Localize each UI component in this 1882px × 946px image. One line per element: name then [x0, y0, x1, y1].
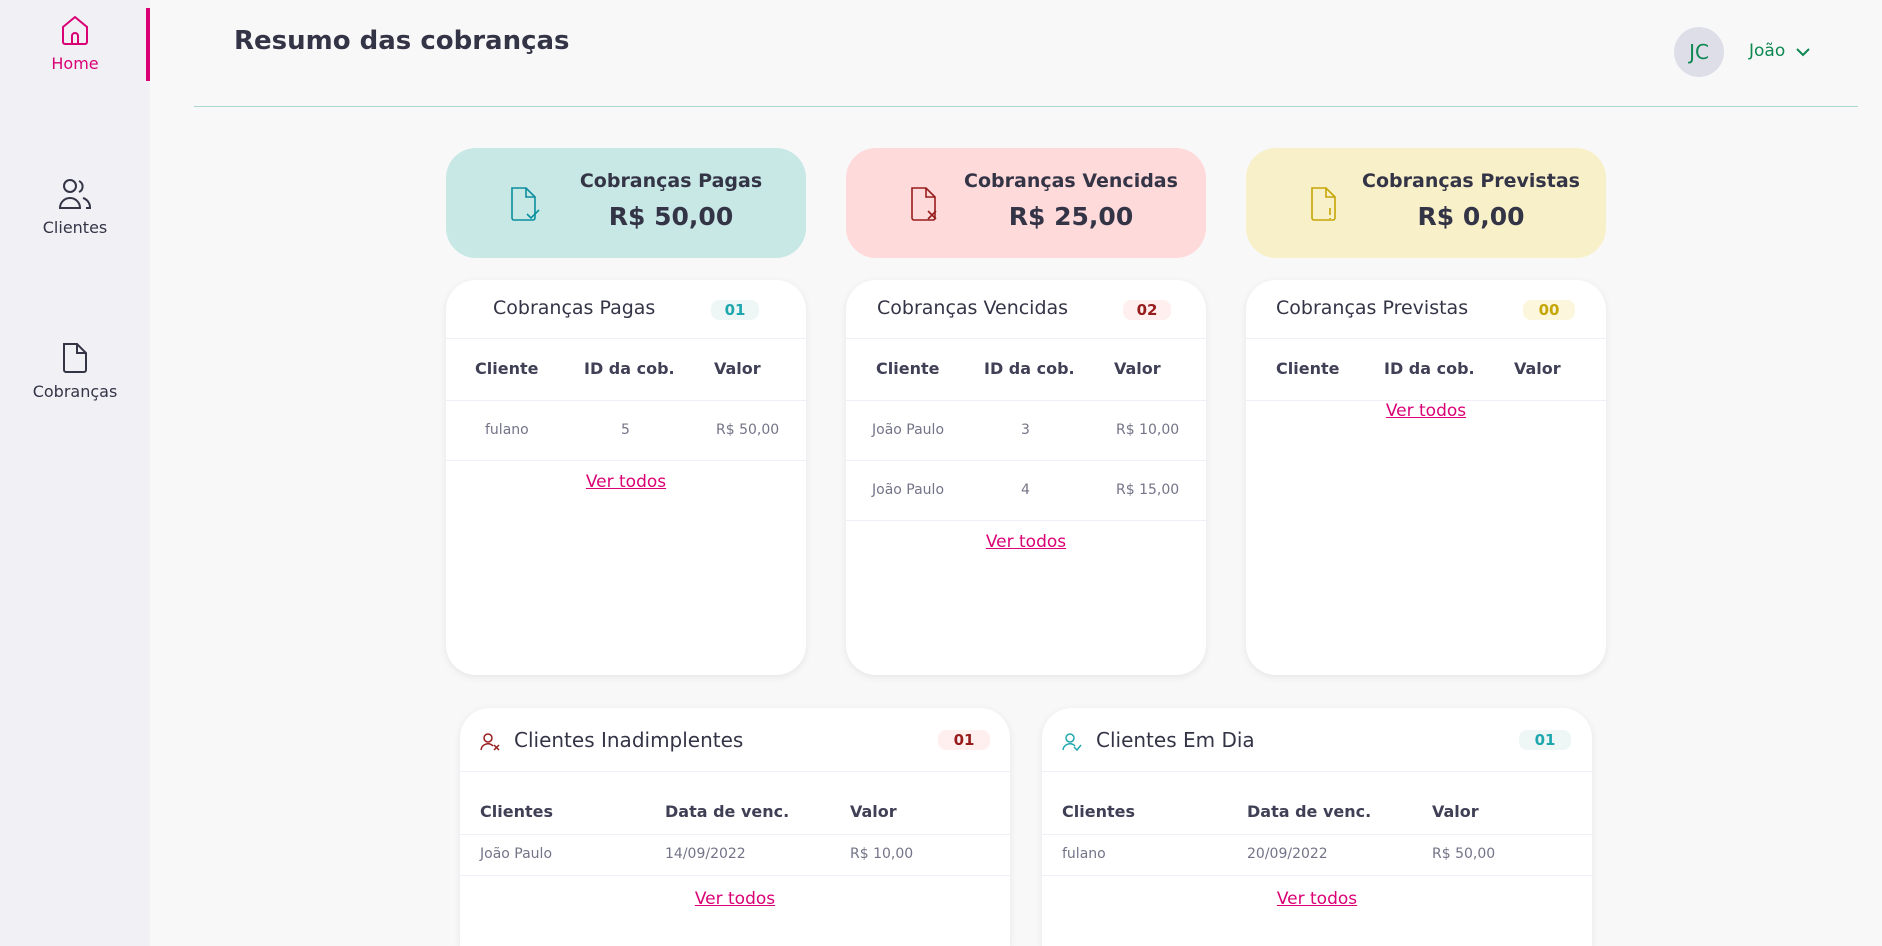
column-header: Cliente [1276, 359, 1340, 378]
user-check-icon [1062, 733, 1082, 752]
table-row[interactable]: fulano 5 R$ 50,00 [446, 401, 806, 461]
summary-card-vencidas[interactable]: Cobranças Vencidas R$ 25,00 [846, 148, 1206, 258]
ver-todos-link[interactable]: Ver todos [446, 472, 806, 492]
summary-title: Cobranças Vencidas [964, 170, 1178, 192]
summary-card-previstas[interactable]: Cobranças Previstas R$ 0,00 [1246, 148, 1606, 258]
table-cobrancas-pagas: Cobranças Pagas 01 Cliente ID da cob. Va… [446, 280, 806, 675]
sidebar-item-label: Clientes [42, 218, 108, 237]
page-title: Resumo das cobranças [234, 26, 570, 56]
table-row[interactable]: João Paulo 3 R$ 10,00 [846, 401, 1206, 461]
count-badge: 01 [711, 300, 759, 320]
cell: João Paulo [872, 422, 945, 438]
cell: 3 [1021, 422, 1030, 438]
chevron-down-icon[interactable] [1794, 43, 1812, 61]
user-name[interactable]: João [1749, 41, 1785, 61]
sidebar-item-label: Cobranças [32, 382, 118, 401]
column-header: Valor [1514, 359, 1561, 378]
table-clientes-em-dia: Clientes Em Dia 01 Clientes Data de venc… [1042, 708, 1592, 946]
column-header: Data de venc. [1247, 802, 1372, 821]
cell: R$ 15,00 [1116, 482, 1180, 498]
summary-title: Cobranças Previstas [1362, 170, 1580, 192]
table-title: Cobranças Vencidas [877, 297, 1069, 319]
column-header: Clientes [1062, 802, 1135, 821]
table-title: Cobranças Pagas [493, 297, 656, 319]
clients-icon [58, 179, 91, 209]
summary-title: Cobranças Pagas [579, 170, 763, 192]
cell: João Paulo [872, 482, 945, 498]
column-header: ID da cob. [1384, 359, 1475, 378]
cell: 5 [621, 422, 630, 438]
table-row[interactable]: João Paulo 4 R$ 15,00 [846, 461, 1206, 521]
summary-value: R$ 0,00 [1417, 202, 1525, 231]
column-header: Valor [850, 802, 897, 821]
table-cobrancas-vencidas: Cobranças Vencidas 02 Cliente ID da cob.… [846, 280, 1206, 675]
count-badge: 01 [1519, 730, 1571, 750]
ver-todos-link[interactable]: Ver todos [1246, 401, 1606, 421]
cell: fulano [485, 422, 529, 438]
table-cobrancas-previstas: Cobranças Previstas 00 Cliente ID da cob… [1246, 280, 1606, 675]
avatar[interactable]: JC [1674, 27, 1724, 77]
user-x-icon [480, 733, 500, 751]
column-header: Valor [1432, 802, 1479, 821]
ver-todos-link[interactable]: Ver todos [846, 532, 1206, 552]
column-header: Valor [1114, 359, 1161, 378]
home-icon [62, 15, 88, 45]
count-badge: 02 [1123, 300, 1171, 320]
cell: R$ 50,00 [1432, 846, 1496, 862]
column-header: Data de venc. [665, 802, 790, 821]
summary-value: R$ 50,00 [608, 202, 734, 231]
overdue-document-icon [911, 187, 937, 221]
column-header: Cliente [475, 359, 539, 378]
header-divider [194, 106, 1858, 107]
paid-document-icon [511, 187, 540, 221]
column-header: Clientes [480, 802, 553, 821]
table-title: Cobranças Previstas [1276, 297, 1469, 319]
cell: R$ 10,00 [1116, 422, 1180, 438]
table-row[interactable]: fulano 20/09/2022 R$ 50,00 [1042, 835, 1592, 876]
ver-todos-link[interactable]: Ver todos [1042, 889, 1592, 909]
sidebar-item-home[interactable]: Home [0, 12, 150, 73]
table-row[interactable]: João Paulo 14/09/2022 R$ 10,00 [460, 835, 1010, 876]
cell: 14/09/2022 [665, 846, 746, 862]
count-badge: 00 [1523, 300, 1575, 320]
column-header: ID da cob. [984, 359, 1075, 378]
column-header: ID da cob. [584, 359, 675, 378]
sidebar-item-label: Home [51, 54, 99, 73]
sidebar: Home Clientes Cobranças [0, 0, 150, 946]
document-icon [63, 343, 87, 373]
summary-value: R$ 25,00 [1008, 202, 1134, 231]
summary-card-pagas[interactable]: Cobranças Pagas R$ 50,00 [446, 148, 806, 258]
table-title: Clientes Em Dia [1096, 728, 1255, 752]
pending-document-icon [1311, 187, 1336, 221]
count-badge: 01 [938, 730, 990, 750]
cell: R$ 10,00 [850, 846, 914, 862]
sidebar-item-clientes[interactable]: Clientes [0, 176, 150, 237]
table-clientes-inadimplentes: Clientes Inadimplentes 01 Clientes Data … [460, 708, 1010, 946]
cell: 20/09/2022 [1247, 846, 1328, 862]
column-header: Valor [714, 359, 761, 378]
cell: 4 [1021, 482, 1030, 498]
column-header: Cliente [876, 359, 940, 378]
cell: R$ 50,00 [716, 422, 780, 438]
cell: João Paulo [480, 846, 553, 862]
ver-todos-link[interactable]: Ver todos [460, 889, 1010, 909]
cell: fulano [1062, 846, 1106, 862]
table-title: Clientes Inadimplentes [514, 728, 744, 752]
sidebar-item-cobrancas[interactable]: Cobranças [0, 340, 150, 401]
